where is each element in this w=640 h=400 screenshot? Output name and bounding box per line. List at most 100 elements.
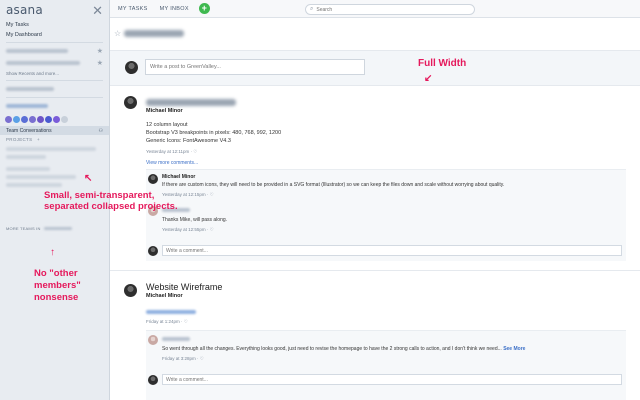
search-icon: ⌕	[310, 6, 314, 12]
more-teams-label: MORE TEAMS IN	[6, 226, 41, 231]
post-meta[interactable]: Yesterday at 12:11pm · ♡	[146, 149, 197, 155]
blurred-project-label	[6, 167, 50, 171]
blurred-org-name	[43, 227, 72, 231]
collapsed-project[interactable]	[0, 173, 109, 181]
annotation-arrow-icon: ↙	[424, 73, 433, 84]
post-body-line: Generic Icons: FontAwesome V4.3	[146, 138, 231, 144]
comment-text: So went through all the changes. Everyth…	[162, 346, 525, 352]
user-avatar	[125, 61, 138, 74]
member-avatar[interactable]	[29, 115, 36, 123]
comment-author[interactable]: Michael Minor	[162, 174, 195, 180]
annotation-line: No "other	[34, 268, 78, 279]
blurred-label	[6, 87, 54, 91]
annotation-collapsed-projects: Small, semi-transparent, separated colla…	[44, 190, 194, 212]
page-title: ☆	[114, 26, 185, 40]
author-avatar[interactable]	[124, 284, 137, 297]
blurred-title	[124, 29, 185, 37]
team-members	[0, 112, 109, 126]
conversation-post: Michael Minor 12 column layout Bootstrap…	[110, 96, 640, 276]
sidebar-header: asana ✕	[0, 0, 109, 20]
blurred-favorite-label	[6, 49, 68, 53]
author-avatar[interactable]	[124, 96, 137, 109]
comment-author-avatar[interactable]	[148, 335, 158, 345]
quick-add-button[interactable]: +	[198, 3, 210, 14]
comment-text: If there are custom icons, they will nee…	[162, 182, 505, 188]
show-recents-link[interactable]: Show Recents and more...	[0, 69, 109, 78]
projects-header: PROJECTS +	[0, 135, 109, 145]
projects-header-label: PROJECTS	[6, 137, 33, 142]
add-project-icon[interactable]: +	[37, 137, 40, 142]
blurred-comment-author	[162, 337, 190, 341]
star-icon[interactable]: ★	[97, 59, 103, 67]
comment-input[interactable]	[162, 245, 622, 256]
comment-meta[interactable]: Friday at 3:28pm · ♡	[162, 356, 204, 362]
sidebar-divider	[6, 80, 103, 81]
my-tasks-link[interactable]: MY TASKS	[118, 6, 148, 12]
search-input[interactable]	[316, 6, 457, 13]
favorite-star-icon[interactable]: ☆	[114, 29, 121, 38]
blurred-project-label	[6, 183, 62, 187]
comment-author-avatar[interactable]	[148, 174, 158, 184]
post-author[interactable]: Michael Minor	[146, 108, 183, 114]
search-box[interactable]: ⌕	[305, 4, 475, 15]
view-more-comments-link[interactable]: View more comments...	[146, 160, 198, 166]
collapsed-project[interactable]	[0, 165, 109, 173]
post-divider	[110, 270, 640, 271]
annotation-arrow-icon: ↑	[50, 247, 55, 258]
sidebar-item-my-dashboard[interactable]: My Dashboard	[0, 30, 109, 40]
comment-meta[interactable]: Yesterday at 12:55pm · ♡	[162, 227, 214, 233]
team-conversations-label: Team Conversations	[6, 127, 52, 134]
top-bar: MY TASKS MY INBOX + ⌕	[110, 0, 640, 18]
comments-section: Michael Minor If there are custom icons,…	[146, 169, 626, 261]
post-author[interactable]: Michael Minor	[146, 293, 183, 299]
close-sidebar-icon[interactable]: ✕	[92, 4, 103, 17]
annotation-arrow-icon: ↖	[84, 173, 93, 184]
post-title[interactable]: Website Wireframe	[146, 282, 222, 292]
member-avatar[interactable]	[45, 115, 52, 123]
annotation-line: nonsense	[34, 292, 79, 303]
annotation-line: separated collapsed projects.	[44, 201, 178, 212]
annotation-no-other-members: No "other members" nonsense	[34, 268, 94, 304]
people-icon: ⚇	[98, 127, 103, 134]
collapsed-project[interactable]	[0, 145, 109, 153]
member-avatar[interactable]	[5, 115, 12, 123]
member-avatar[interactable]	[53, 115, 60, 123]
conversation-post: Website Wireframe Michael Minor Friday a…	[110, 280, 640, 400]
add-member-icon[interactable]	[61, 115, 68, 123]
sidebar-item-team-conversations[interactable]: Team Conversations ⚇	[0, 126, 109, 135]
comment-input[interactable]	[162, 374, 622, 385]
my-inbox-link[interactable]: MY INBOX	[160, 6, 189, 12]
see-more-link[interactable]: See More	[503, 346, 525, 352]
team-name-row[interactable]	[0, 100, 109, 112]
user-avatar	[148, 375, 158, 385]
blurred-project-label	[6, 175, 76, 179]
blurred-project-label	[6, 155, 46, 159]
annotation-full-width: Full Width	[418, 58, 467, 69]
sidebar-favorite[interactable]: ★	[0, 57, 109, 69]
sidebar-blurred-item[interactable]	[0, 83, 109, 95]
comments-section: So went through all the changes. Everyth…	[146, 330, 626, 400]
member-avatar[interactable]	[21, 115, 28, 123]
collapsed-project[interactable]	[0, 153, 109, 161]
post-input[interactable]	[145, 59, 365, 75]
more-teams-link[interactable]: MORE TEAMS IN	[0, 224, 109, 234]
member-avatar[interactable]	[37, 115, 44, 123]
blurred-favorite-label	[6, 61, 80, 65]
blurred-post-title	[146, 99, 236, 106]
collapsed-project[interactable]	[0, 181, 109, 189]
asana-logo[interactable]: asana	[6, 3, 43, 17]
post-body-line: Bootstrap V3 breakpoints in pixels: 480,…	[146, 130, 282, 136]
blurred-team-name	[6, 104, 48, 108]
blurred-project-label	[6, 147, 96, 151]
star-icon[interactable]: ★	[97, 47, 103, 55]
sidebar-item-my-tasks[interactable]: My Tasks	[0, 20, 109, 30]
post-meta[interactable]: Friday at 1:24pm · ♡	[146, 319, 188, 325]
sidebar-favorite[interactable]: ★	[0, 45, 109, 57]
member-avatar[interactable]	[13, 115, 20, 123]
sidebar-divider	[6, 97, 103, 98]
annotation-line: Small, semi-transparent,	[44, 190, 155, 201]
annotation-line: members"	[34, 280, 81, 291]
comment-text-body: So went through all the changes. Everyth…	[162, 346, 502, 352]
post-body-line: 12 column layout	[146, 122, 188, 128]
blurred-link[interactable]	[146, 310, 196, 314]
